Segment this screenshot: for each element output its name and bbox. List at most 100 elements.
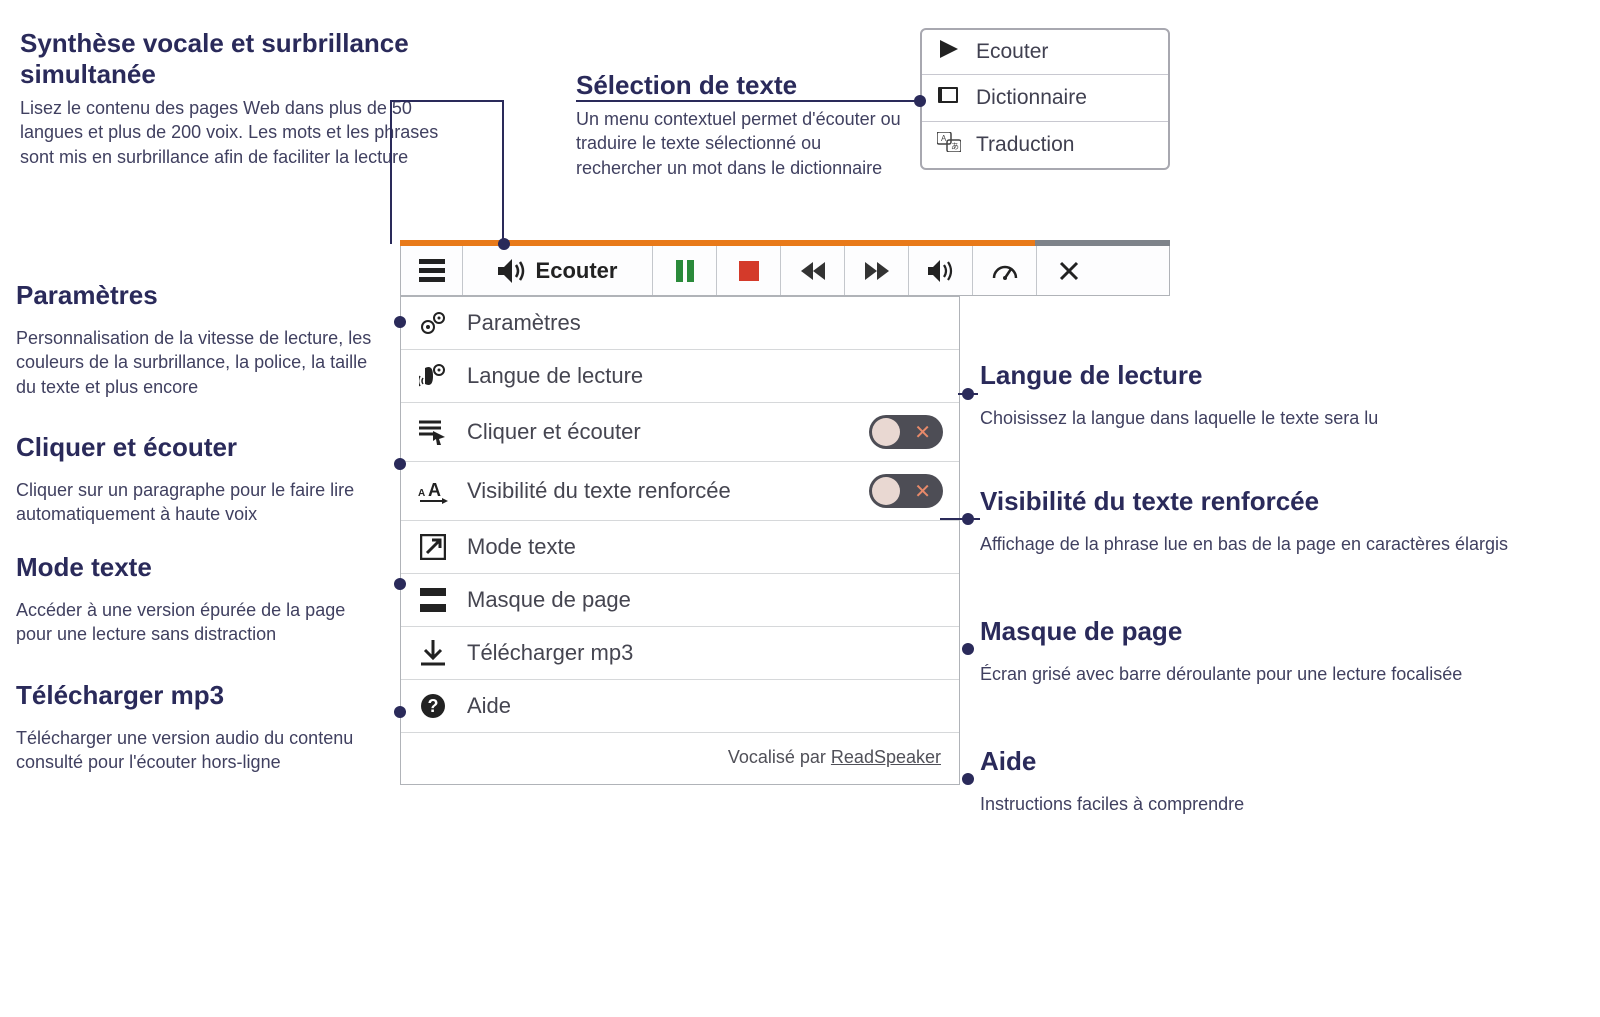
annotation-text: Mode texte <box>16 552 386 587</box>
play-icon <box>936 40 962 64</box>
annotation-mask-body: Écran grisé avec barre déroulante pour u… <box>980 656 1560 686</box>
annotation-select-title: Sélection de texte <box>576 70 906 101</box>
forward-icon <box>865 262 889 280</box>
annotation-tts: Synthèse vocale et surbrillance simultan… <box>20 28 440 169</box>
annotation-params-desc: Personnalisation de la vitesse de lectur… <box>16 326 386 399</box>
annotation-click-title: Cliquer et écouter <box>16 432 386 463</box>
leader-dot <box>498 238 510 250</box>
menu-item-mp3[interactable]: Télécharger mp3 <box>401 627 959 680</box>
annotation-params-body: Personnalisation de la vitesse de lectur… <box>16 320 386 399</box>
leader-dot <box>962 773 974 785</box>
annotation-params-title: Paramètres <box>16 280 386 311</box>
menu-item-click[interactable]: Cliquer et écouter ✕ <box>401 403 959 462</box>
leader-line <box>390 100 504 102</box>
toggle-enhanced-visibility[interactable]: ✕ <box>869 474 943 508</box>
close-button[interactable] <box>1037 246 1101 295</box>
volume-button[interactable] <box>909 246 973 295</box>
menu-item-help-label: Aide <box>467 693 943 719</box>
menu-item-mask-label: Masque de page <box>467 587 943 613</box>
menu-item-mask[interactable]: Masque de page <box>401 574 959 627</box>
forward-button[interactable] <box>845 246 909 295</box>
annotation-mp3-title: Télécharger mp3 <box>16 680 386 711</box>
menu-item-click-label: Cliquer et écouter <box>467 419 851 445</box>
leader-dot <box>394 706 406 718</box>
menu-item-text[interactable]: Mode texte <box>401 521 959 574</box>
speaker-icon <box>498 259 526 283</box>
menu-item-lang[interactable]: Langue de lecture <box>401 350 959 403</box>
annotation-tts-title: Synthèse vocale et surbrillance simultan… <box>20 28 440 90</box>
leader-line <box>502 100 504 242</box>
annotation-select: Sélection de texte Un menu contextuel pe… <box>576 70 906 180</box>
leader-line <box>576 100 919 102</box>
toolbar: Ecouter <box>400 240 1170 296</box>
annotation-help-title: Aide <box>980 746 1560 777</box>
menu-item-params-label: Paramètres <box>467 310 943 336</box>
menu-item-vis[interactable]: AA Visibilité du texte renforcée ✕ <box>401 462 959 521</box>
footer-brand-link[interactable]: ReadSpeaker <box>831 747 941 767</box>
listen-button[interactable]: Ecouter <box>463 246 653 295</box>
annotation-mp3: Télécharger mp3 <box>16 680 386 715</box>
pause-icon <box>675 260 695 282</box>
annotation-click-body: Cliquer sur un paragraphe pour le faire … <box>16 472 386 527</box>
leader-line <box>958 393 978 395</box>
leader-dot <box>394 458 406 470</box>
toggle-click-listen[interactable]: ✕ <box>869 415 943 449</box>
menu-item-params[interactable]: Paramètres <box>401 297 959 350</box>
leader-dot <box>962 643 974 655</box>
annotation-mask: Masque de page <box>980 616 1560 651</box>
svg-text:A: A <box>941 134 947 143</box>
listen-button-label: Ecouter <box>536 258 618 284</box>
svg-text:あ: あ <box>951 142 959 151</box>
context-menu: Ecouter Dictionnaire Aあ Traduction <box>920 28 1170 170</box>
context-menu-listen[interactable]: Ecouter <box>922 30 1168 75</box>
enlarge-text-icon: AA <box>417 477 449 505</box>
menu-item-text-label: Mode texte <box>467 534 943 560</box>
rewind-button[interactable] <box>781 246 845 295</box>
dropdown-footer: Vocalisé par ReadSpeaker <box>401 733 959 784</box>
annotation-click-desc: Cliquer sur un paragraphe pour le faire … <box>16 478 386 527</box>
annotation-mask-title: Masque de page <box>980 616 1560 647</box>
voice-gear-icon <box>417 362 449 390</box>
pause-button[interactable] <box>653 246 717 295</box>
svg-text:?: ? <box>428 696 439 716</box>
stop-icon <box>739 261 759 281</box>
menu-dropdown: Paramètres Langue de lecture Cliquer et … <box>400 296 960 785</box>
annotation-text-title: Mode texte <box>16 552 386 583</box>
menu-item-mp3-label: Télécharger mp3 <box>467 640 943 666</box>
volume-icon <box>928 260 954 282</box>
menu-item-lang-label: Langue de lecture <box>467 363 943 389</box>
menu-item-help[interactable]: ? Aide <box>401 680 959 733</box>
annotation-mask-desc: Écran grisé avec barre déroulante pour u… <box>980 662 1560 686</box>
context-menu-dictionary[interactable]: Dictionnaire <box>922 75 1168 122</box>
hamburger-icon <box>419 259 445 282</box>
annotation-mp3-body: Télécharger une version audio du contenu… <box>16 720 386 775</box>
popout-icon <box>417 533 449 561</box>
annotation-lang: Langue de lecture <box>980 360 1560 395</box>
svg-text:A: A <box>428 480 441 500</box>
annotation-lang-desc: Choisissez la langue dans laquelle le te… <box>980 406 1560 430</box>
speed-button[interactable] <box>973 246 1037 295</box>
stop-button[interactable] <box>717 246 781 295</box>
annotation-help: Aide <box>980 746 1560 781</box>
annotation-text-body: Accéder à une version épurée de la page … <box>16 592 386 647</box>
context-menu-translate[interactable]: Aあ Traduction <box>922 122 1168 168</box>
leader-line <box>940 518 980 520</box>
annotation-vis: Visibilité du texte renforcée <box>980 486 1560 521</box>
menu-item-vis-label: Visibilité du texte renforcée <box>467 478 851 504</box>
footer-prefix: Vocalisé par <box>728 747 831 767</box>
svg-text:A: A <box>418 488 425 499</box>
annotation-vis-title: Visibilité du texte renforcée <box>980 486 1560 517</box>
gauge-icon <box>992 260 1018 282</box>
gears-icon <box>417 309 449 337</box>
menu-button[interactable] <box>401 246 463 295</box>
cursor-lines-icon <box>417 418 449 446</box>
download-icon <box>417 639 449 667</box>
annotation-params: Paramètres <box>16 280 386 315</box>
annotation-select-desc: Un menu contextuel permet d'écouter ou t… <box>576 107 906 180</box>
leader-line <box>390 100 392 244</box>
annotation-mp3-desc: Télécharger une version audio du contenu… <box>16 726 386 775</box>
mask-icon <box>417 586 449 614</box>
book-icon <box>936 85 962 111</box>
leader-dot <box>394 316 406 328</box>
context-menu-translate-label: Traduction <box>976 133 1074 157</box>
